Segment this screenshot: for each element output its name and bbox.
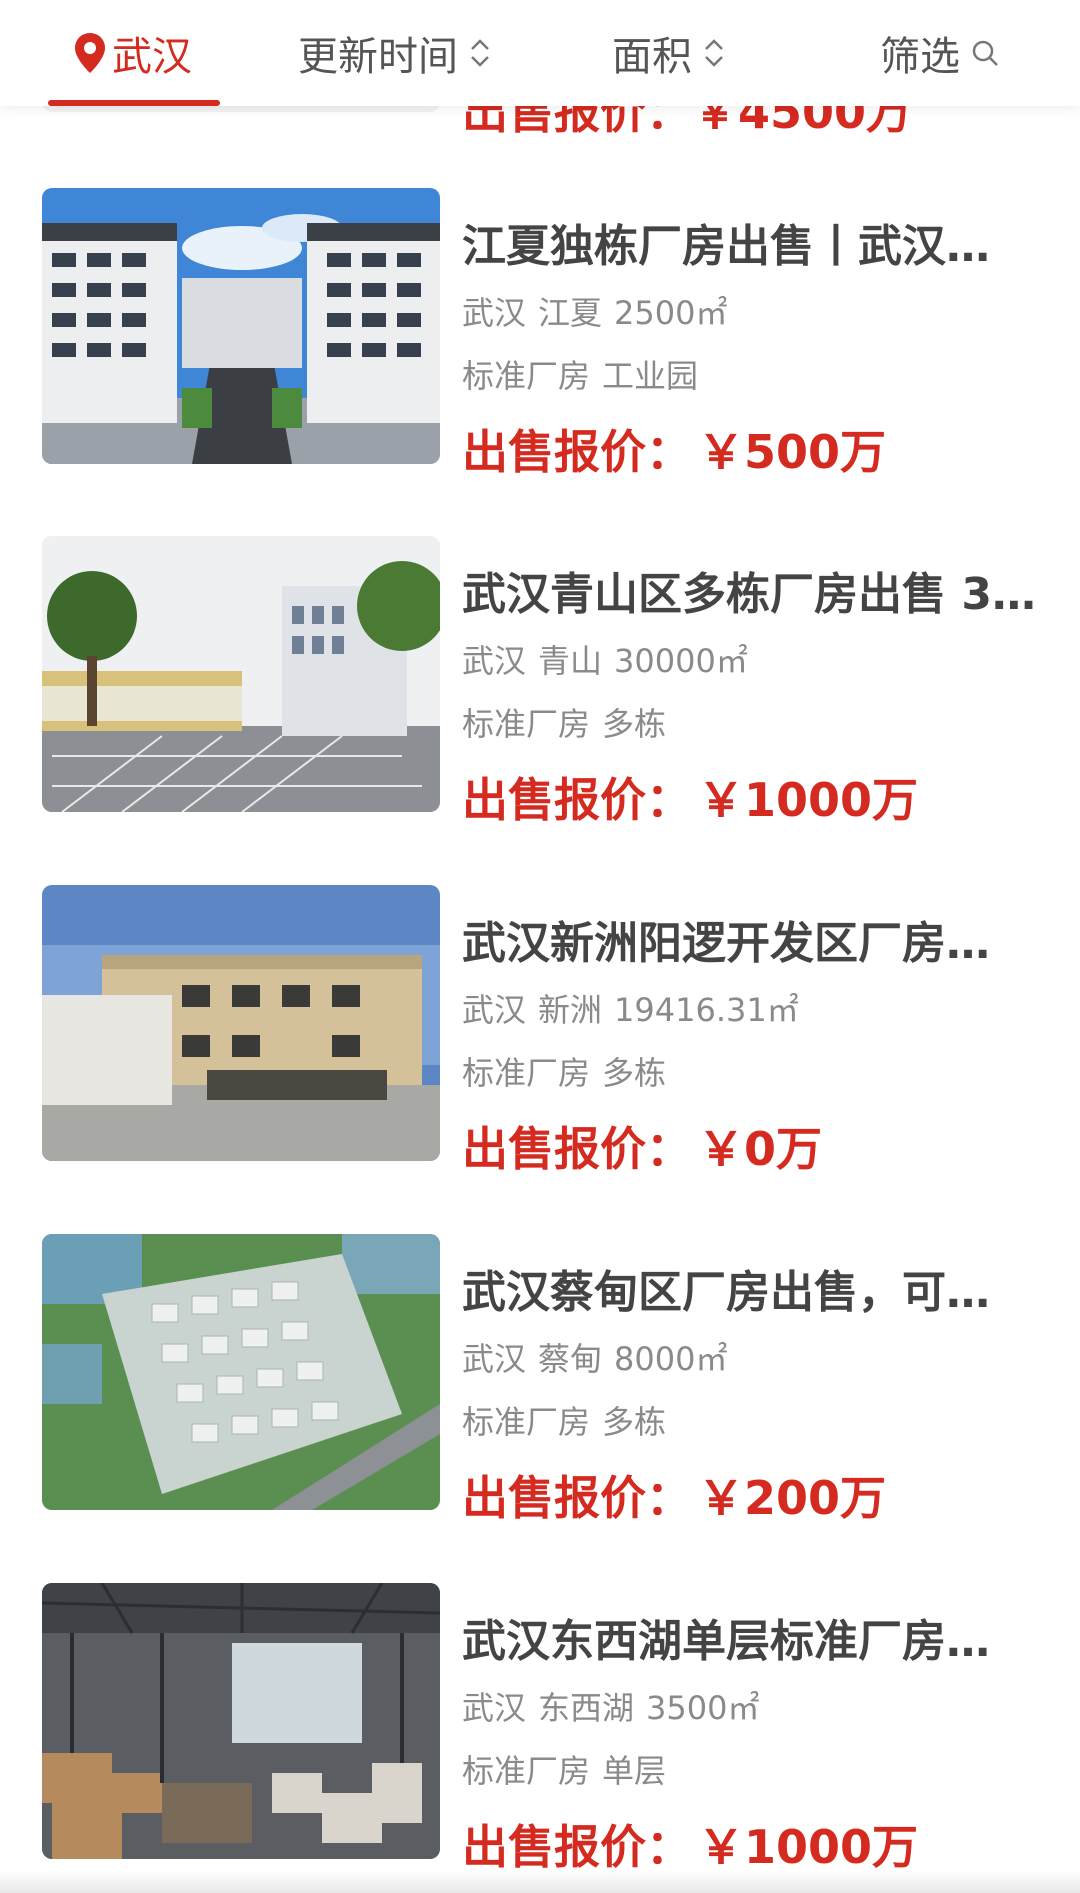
listing-photo[interactable]: [42, 885, 440, 1161]
sort-arrows-icon: [705, 39, 723, 67]
listing-location-area: 武汉 江夏 2500㎡: [462, 288, 727, 334]
price-value: ￥500万: [698, 425, 887, 479]
listing-district: 江夏: [538, 294, 603, 332]
listing-tag: 多栋: [602, 1403, 667, 1441]
factory-photo-image: [42, 885, 440, 1161]
listing-city: 武汉: [462, 991, 527, 1029]
listing-tags: 标准厂房 工业园: [462, 351, 698, 397]
listing-tag: 标准厂房: [462, 357, 591, 395]
filter-button[interactable]: 筛选: [880, 0, 1000, 106]
sort-arrows-icon: [471, 39, 489, 67]
listing-photo[interactable]: [42, 188, 440, 464]
listing-price: 出售报价： ￥1000万: [462, 764, 918, 830]
listing-tag: 多栋: [602, 1054, 667, 1092]
listing-photo[interactable]: [42, 1583, 440, 1859]
price-label: 出售报价：: [462, 773, 692, 827]
listing-title[interactable]: 武汉新洲阳逻开发区厂房…: [462, 907, 1042, 971]
warehouse-interior-image: [42, 1583, 440, 1859]
listing-price: 出售报价： ￥200万: [462, 1462, 886, 1528]
price-value: ￥0万: [698, 1122, 823, 1176]
listing-area: 2500㎡: [614, 294, 728, 332]
listing-tag: 标准厂房: [462, 1752, 591, 1790]
sort-by-area[interactable]: 面积: [612, 0, 726, 106]
listing-city: 武汉: [462, 1340, 527, 1378]
listing-district: 蔡甸: [538, 1340, 603, 1378]
listing-city: 武汉: [462, 294, 527, 332]
listing-title[interactable]: 武汉青山区多栋厂房出售 3…: [462, 558, 1042, 622]
listing-tags: 标准厂房 多栋: [462, 1048, 666, 1094]
listing-tag: 工业园: [602, 357, 699, 395]
listing-area: 19416.31㎡: [614, 991, 799, 1029]
listing-location-area: 武汉 东西湖 3500㎡: [462, 1683, 759, 1729]
listing-tags: 标准厂房 多栋: [462, 699, 666, 745]
listing-price: 出售报价： ￥500万: [462, 416, 886, 482]
listing-tags: 标准厂房 单层: [462, 1746, 666, 1792]
listing-price: 出售报价： ￥1000万: [462, 1811, 918, 1877]
price-label: 出售报价：: [462, 425, 692, 479]
location-pin-icon: [75, 33, 105, 73]
filter-label: 筛选: [880, 34, 960, 80]
city-selector[interactable]: 武汉: [72, 0, 192, 106]
listing-area: 8000㎡: [614, 1340, 728, 1378]
active-tab-indicator: [48, 100, 220, 106]
listing-district: 青山: [538, 642, 603, 680]
listing-district: 新洲: [538, 991, 603, 1029]
listing-tags: 标准厂房 多栋: [462, 1397, 666, 1443]
aerial-rendering-image: [42, 1234, 440, 1510]
listing-tag: 多栋: [602, 705, 667, 743]
bottom-edge-shadow: [0, 1871, 1080, 1893]
price-value: ￥1000万: [698, 773, 919, 827]
listing-page: 出售报价：￥4500万 武汉 更新时间 面积 筛选 江夏独栋厂房出售丨武汉… 武…: [0, 0, 1080, 1893]
listing-location-area: 武汉 青山 30000㎡: [462, 636, 748, 682]
listing-title[interactable]: 江夏独栋厂房出售丨武汉…: [462, 210, 1042, 274]
listing-district: 东西湖: [538, 1689, 635, 1727]
listing-city: 武汉: [462, 1689, 527, 1727]
price-label: 出售报价：: [462, 1820, 692, 1874]
sort-by-update-time[interactable]: 更新时间: [298, 0, 492, 106]
sort-time-label: 更新时间: [298, 34, 458, 80]
listing-tag: 标准厂房: [462, 1403, 591, 1441]
listing-title[interactable]: 武汉蔡甸区厂房出售，可…: [462, 1256, 1042, 1320]
listing-tag: 单层: [602, 1752, 667, 1790]
listing-card[interactable]: 武汉新洲阳逻开发区厂房… 武汉 新洲 19416.31㎡ 标准厂房 多栋 出售报价： ￥…: [0, 885, 1080, 1176]
listing-location-area: 武汉 新洲 19416.31㎡: [462, 985, 799, 1031]
listing-location-area: 武汉 蔡甸 8000㎡: [462, 1334, 727, 1380]
listing-card[interactable]: 武汉青山区多栋厂房出售 3… 武汉 青山 30000㎡ 标准厂房 多栋 出售报价： ￥1…: [0, 536, 1080, 827]
city-label: 武汉: [112, 34, 192, 80]
listing-area: 30000㎡: [614, 642, 748, 680]
filter-bar: 武汉 更新时间 面积 筛选: [0, 0, 1080, 106]
listing-card[interactable]: 武汉蔡甸区厂房出售，可… 武汉 蔡甸 8000㎡ 标准厂房 多栋 出售报价： ￥200万: [0, 1234, 1080, 1525]
factory-photo-image: [42, 536, 440, 812]
listing-photo[interactable]: [42, 536, 440, 812]
price-label: 出售报价：: [462, 1471, 692, 1525]
listing-city: 武汉: [462, 642, 527, 680]
listing-price: 出售报价： ￥0万: [462, 1113, 822, 1179]
sort-area-label: 面积: [612, 34, 692, 80]
listing-card[interactable]: 武汉东西湖单层标准厂房… 武汉 东西湖 3500㎡ 标准厂房 单层 出售报价： ￥100…: [0, 1583, 1080, 1874]
factory-photo-image: [42, 188, 440, 464]
listing-card[interactable]: 江夏独栋厂房出售丨武汉… 武汉 江夏 2500㎡ 标准厂房 工业园 出售报价： ￥500…: [0, 188, 1080, 479]
price-value: ￥200万: [698, 1471, 887, 1525]
listing-tag: 标准厂房: [462, 1054, 591, 1092]
price-label: 出售报价：: [462, 1122, 692, 1176]
search-icon: [972, 40, 998, 66]
listing-title[interactable]: 武汉东西湖单层标准厂房…: [462, 1605, 1042, 1669]
listing-tag: 标准厂房: [462, 705, 591, 743]
price-value: ￥1000万: [698, 1820, 919, 1874]
listing-area: 3500㎡: [646, 1689, 760, 1727]
listing-photo[interactable]: [42, 1234, 440, 1510]
